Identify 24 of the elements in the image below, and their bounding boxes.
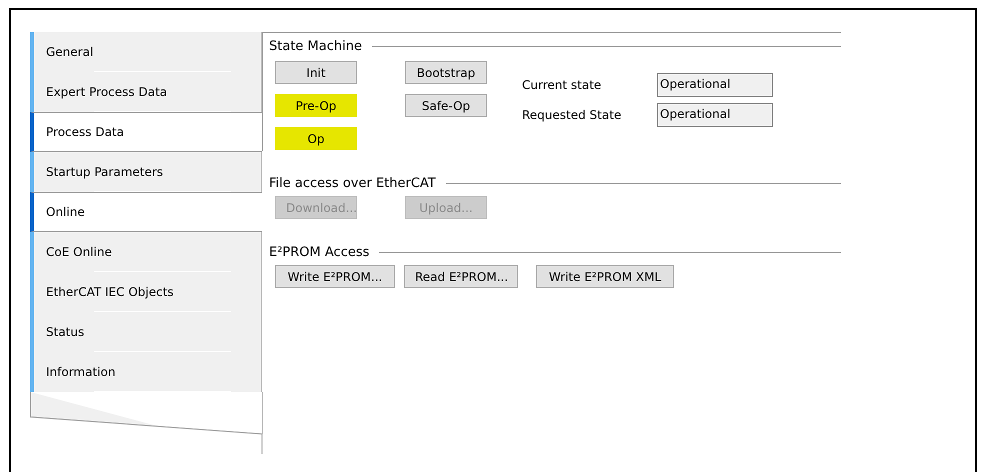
sidebar-tab[interactable]: Information	[30, 352, 262, 392]
sidebar-tab[interactable]: EtherCAT IEC Objects	[30, 272, 262, 312]
state-button[interactable]: Bootstrap	[405, 61, 487, 84]
state-button[interactable]: Op	[275, 127, 357, 150]
section-title: E²PROM Access	[269, 244, 370, 260]
section-title: File access over EtherCAT	[269, 176, 436, 190]
sidebar-tab[interactable]: Startup Parameters	[30, 152, 262, 192]
sidebar-tab[interactable]: Status	[30, 312, 262, 352]
sidebar-tab[interactable]: Expert Process Data	[30, 72, 262, 112]
sidebar-tab[interactable]: CoE Online	[30, 232, 262, 272]
eeprom-button[interactable]: Read E²PROM...	[404, 265, 518, 288]
sidebar-tab[interactable]: Process Data	[30, 112, 262, 152]
sidebar-tab[interactable]: Online	[30, 192, 262, 232]
eeprom-button[interactable]: Write E²PROM XML	[536, 265, 674, 288]
section-title: State Machine	[269, 38, 362, 54]
state-button[interactable]: Safe-Op	[405, 94, 487, 117]
state-field: Operational	[657, 73, 773, 97]
eeprom-button[interactable]: Write E²PROM...	[275, 265, 395, 288]
sidebar-tab[interactable]: General	[30, 32, 262, 72]
state-button[interactable]: Init	[275, 61, 357, 84]
state-field: Operational	[657, 103, 773, 127]
field-label: Current state	[522, 78, 602, 92]
state-button[interactable]: Pre-Op	[275, 94, 357, 117]
field-label: Requested State	[522, 108, 622, 122]
